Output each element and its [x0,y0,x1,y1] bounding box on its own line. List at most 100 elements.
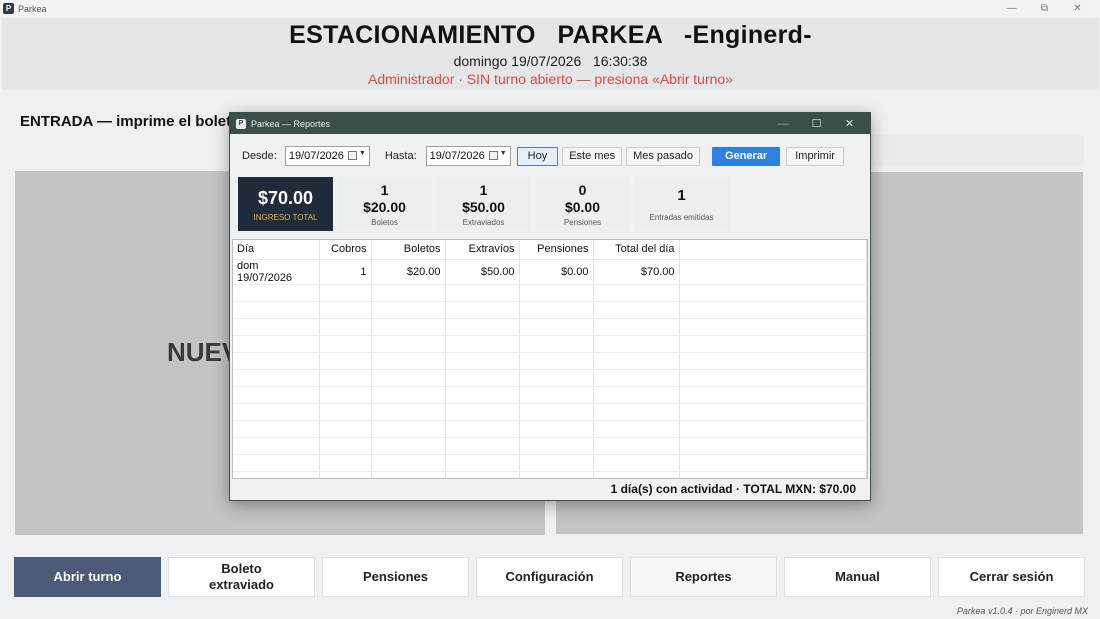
table-cell [593,437,680,455]
app-logo-icon: P [236,118,246,129]
table-cell [679,369,867,387]
pensiones-card: 0 $0.00 Pensiones [535,177,630,231]
table-cell [319,403,372,421]
table-cell [679,420,867,438]
calendar-icon[interactable] [347,151,357,160]
generar-button[interactable]: Generar [712,146,781,166]
reportes-button[interactable]: Reportes [630,557,777,597]
column-header[interactable]: Total del día [593,240,680,260]
page-title: ESTACIONAMIENTO PARKEA -Enginerd- [289,21,812,49]
desde-date-value: 19/07/2026 [288,150,344,162]
column-header[interactable]: Boletos [371,240,446,260]
report-table[interactable]: Día Cobros Boletos Extravíos Pensiones T… [232,239,868,479]
minimize-icon[interactable]: — [995,0,1028,17]
extraviados-amount: $50.00 [462,198,505,215]
maximize-icon[interactable]: ☐ [800,113,833,134]
stats-row: $70.00 INGRESO TOTAL 1 $20.00 Boletos 1 … [238,177,729,231]
dialog-controls: — ☐ ✕ [767,113,866,134]
table-cell [519,403,594,421]
table-cell: $70.00 [593,259,680,285]
table-cell [593,386,680,404]
table-cell [519,454,594,472]
ingreso-total-label: INGRESO TOTAL [253,212,318,222]
close-icon[interactable]: ✕ [833,113,866,134]
restore-icon[interactable]: ⧉ [1028,0,1061,17]
table-cell [679,259,867,285]
table-cell [371,369,446,387]
mes-pasado-button[interactable]: Mes pasado [626,146,701,166]
pensiones-amount: $0.00 [564,198,601,215]
boletos-label: Boletos [371,217,398,227]
ingreso-total-card: $70.00 INGRESO TOTAL [238,177,333,231]
table-cell [519,284,594,302]
close-icon[interactable]: ✕ [1061,0,1094,17]
hasta-date-field[interactable]: 19/07/2026 ▼ [425,146,511,166]
hasta-label: Hasta: [384,150,417,162]
table-cell [319,369,372,387]
column-header[interactable]: Cobros [319,240,372,260]
table-cell [319,352,372,370]
report-table-grid: Día Cobros Boletos Extravíos Pensiones T… [233,240,867,478]
extraviados-count: 1 [479,181,488,198]
input-strip [860,135,1084,165]
table-cell [679,301,867,319]
table-cell [233,454,320,472]
table-cell [593,301,680,319]
session-status: Administrador · SIN turno abierto — pres… [368,71,733,87]
table-row-empty [233,369,867,387]
table-cell [319,454,372,472]
boletos-amount: $20.00 [363,198,406,215]
filter-row: Desde: 19/07/2026 ▼ Hasta: 19/07/2026 ▼ … [242,145,844,167]
table-row-empty [233,352,867,370]
table-row-empty [233,301,867,319]
hoy-button[interactable]: Hoy [516,146,559,166]
table-cell [445,318,520,336]
pensiones-label: Pensiones [563,217,602,227]
reportes-dialog: P Parkea — Reportes — ☐ ✕ Desde: 19/07/2… [229,112,871,501]
app-logo-icon: P [3,3,14,14]
pensiones-button[interactable]: Pensiones [322,557,469,597]
chevron-down-icon[interactable]: ▼ [359,150,366,157]
table-cell [519,335,594,353]
table-cell [371,454,446,472]
entradas-card: 1 Entradas emitidas [634,177,729,231]
cerrar-sesion-button[interactable]: Cerrar sesión [938,557,1085,597]
boleto-extraviado-button[interactable]: Boleto extraviado [168,557,315,597]
table-cell [445,437,520,455]
table-cell [679,335,867,353]
table-cell [593,284,680,302]
calendar-icon[interactable] [488,151,498,160]
table-row-empty [233,454,867,472]
ingreso-total-amount: $70.00 [257,187,314,208]
table-cell [593,369,680,387]
chevron-down-icon[interactable]: ▼ [500,150,507,157]
table-cell [593,335,680,353]
table-row[interactable]: dom 19/07/2026 1 $20.00 $50.00 $0.00 $70… [233,259,867,285]
table-cell [679,454,867,472]
table-cell [233,335,320,353]
table-cell [593,454,680,472]
table-cell [519,386,594,404]
table-cell [445,454,520,472]
table-cell: $20.00 [371,259,446,285]
imprimir-button[interactable]: Imprimir [786,146,844,166]
dialog-titlebar[interactable]: P Parkea — Reportes — ☐ ✕ [230,113,870,134]
table-cell [233,420,320,438]
column-header[interactable]: Pensiones [519,240,594,260]
abrir-turno-button[interactable]: Abrir turno [14,557,161,597]
desde-date-field[interactable]: 19/07/2026 ▼ [284,146,370,166]
column-header[interactable]: Día [233,240,320,260]
table-header-row: Día Cobros Boletos Extravíos Pensiones T… [233,240,867,260]
minimize-icon[interactable]: — [767,113,800,134]
table-row-empty [233,420,867,438]
column-header[interactable]: Extravíos [445,240,520,260]
table-cell [519,352,594,370]
table-cell [679,352,867,370]
este-mes-button[interactable]: Este mes [562,146,623,166]
configuracion-button[interactable]: Configuración [476,557,623,597]
table-cell [445,420,520,438]
table-cell [445,335,520,353]
table-cell [519,318,594,336]
manual-button[interactable]: Manual [784,557,931,597]
table-cell [233,318,320,336]
